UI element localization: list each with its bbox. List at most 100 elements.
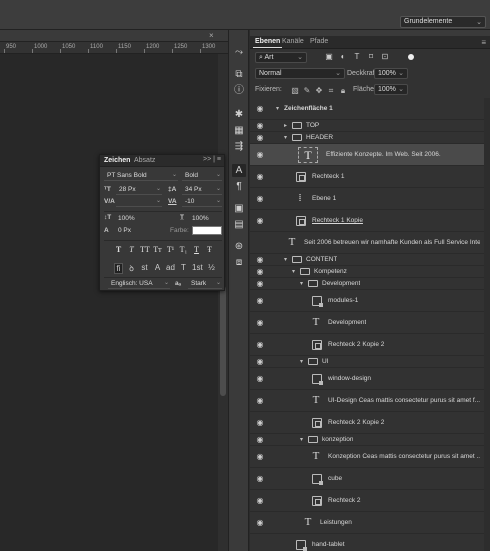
blend-mode-select[interactable]: Normal ⌄ <box>255 68 345 79</box>
language-select[interactable]: Englisch: USA ⌄ <box>108 280 170 289</box>
titling-button[interactable]: T <box>179 263 188 272</box>
layer-name[interactable]: Development <box>328 319 366 326</box>
layer-row[interactable]: ◉ T Konzeption Ceas mattis consectetur pur… <box>250 446 484 468</box>
color-swatch[interactable] <box>192 226 222 235</box>
baseline-shift-value[interactable]: 0 Px <box>118 227 131 234</box>
chevron-down-icon[interactable]: ▾ <box>284 134 290 141</box>
eye-icon[interactable]: ◉ <box>255 172 265 181</box>
layer-name[interactable]: Kompetenz <box>314 268 347 275</box>
info-icon[interactable]: ⓘ <box>232 84 246 97</box>
layer-row[interactable]: ◉ cube <box>250 468 484 490</box>
tab-pfade[interactable]: Pfade <box>310 38 328 45</box>
layer-row[interactable]: ◉ T Effiziente Konzepte. Im Web. Seit 2006… <box>250 144 484 166</box>
layer-row[interactable]: ◉ ▾ Kompetenz <box>250 266 484 278</box>
eye-icon[interactable]: ◉ <box>255 340 265 349</box>
horizontal-scale-value[interactable]: 100% <box>192 215 209 222</box>
layer-name[interactable]: UI <box>322 358 329 365</box>
layer-row[interactable]: ◉ window-design <box>250 368 484 390</box>
ligatures-button[interactable]: fi <box>114 263 123 274</box>
subscript-button[interactable]: T₁ <box>179 245 188 254</box>
layer-row[interactable]: ◉ T Development <box>250 312 484 334</box>
tracking-input[interactable]: -10 ⌄ <box>182 198 222 207</box>
shape-filter-icon[interactable]: ⌑ <box>366 52 376 62</box>
swatches-icon[interactable]: ▦ <box>232 124 246 137</box>
chevron-right-icon[interactable]: ▸ <box>284 122 290 129</box>
discretionary-ligatures-button[interactable]: ꝺ <box>127 263 136 274</box>
swash-button[interactable]: A <box>153 263 162 272</box>
layer-name[interactable]: cube <box>328 475 342 482</box>
layer-row[interactable]: ◉ T UI-Design Ceas mattis consectetur puru… <box>250 390 484 412</box>
layer-name[interactable]: modules-1 <box>328 297 358 304</box>
layer-row[interactable]: ◉ Rechteck 2 Kopie 2 <box>250 412 484 434</box>
lock-transparency-icon[interactable]: ▧ <box>290 86 300 96</box>
layer-name[interactable]: Zeichenfläche 1 <box>284 105 333 112</box>
properties-icon[interactable]: ⇶ <box>232 140 246 153</box>
eye-icon[interactable]: ◉ <box>255 496 265 505</box>
text-filter-icon[interactable]: T <box>352 52 362 62</box>
eye-icon[interactable]: ◉ <box>255 518 265 527</box>
close-icon[interactable]: × <box>209 31 214 40</box>
layer-row[interactable]: ◉ Rechteck 2 <box>250 490 484 512</box>
layer-name[interactable]: Rechteck 2 <box>328 497 361 504</box>
workspace-select[interactable]: Grundelemente ⌄ <box>400 16 486 28</box>
layer-name[interactable]: window-design <box>328 375 371 382</box>
eye-icon[interactable]: ◉ <box>255 374 265 383</box>
faux-bold-button[interactable]: T <box>114 245 123 254</box>
history-icon[interactable]: ⤳ <box>232 46 246 59</box>
leading-input[interactable]: 34 Px ⌄ <box>182 186 222 195</box>
eye-icon[interactable]: ◉ <box>255 216 265 225</box>
layer-name[interactable]: Konzeption Ceas mattis consectetur purus… <box>328 453 480 460</box>
tab-ebenen[interactable]: Ebenen <box>252 38 283 48</box>
tab-absatz[interactable]: Absatz <box>134 157 155 164</box>
strikethrough-button[interactable]: Ŧ <box>205 245 214 254</box>
kerning-input[interactable]: ⌄ <box>116 198 162 207</box>
font-size-input[interactable]: 28 Px ⌄ <box>116 186 162 195</box>
layer-row[interactable]: ◉ ⁞ Ebene 1 <box>250 188 484 210</box>
eye-icon[interactable]: ◉ <box>255 296 265 305</box>
vertical-scale-value[interactable]: 100% <box>118 215 135 222</box>
layer-name[interactable]: Rechteck 2 Kopie 2 <box>328 341 384 348</box>
layer-row[interactable]: ◉ ▾ HEADER <box>250 132 484 144</box>
smart-object-filter-icon[interactable]: ⊡ <box>380 52 390 62</box>
layer-row[interactable]: hand-tablet <box>250 534 484 551</box>
eye-icon[interactable]: ◉ <box>255 435 265 444</box>
layer-row[interactable]: ◉ ▾ Development <box>250 278 484 290</box>
tab-zeichen[interactable]: Zeichen <box>104 157 130 164</box>
chevron-down-icon[interactable]: ▾ <box>292 268 298 275</box>
paragraph-icon[interactable]: ¶ <box>232 180 246 193</box>
layer-name[interactable]: CONTENT <box>306 256 337 263</box>
opacity-input[interactable]: 100% ⌄ <box>374 68 408 79</box>
anti-alias-select[interactable]: Stark ⌄ <box>188 280 222 289</box>
layer-name[interactable]: Rechteck 1 Kopie <box>312 217 363 224</box>
eye-icon[interactable]: ◉ <box>255 121 265 130</box>
font-family-select[interactable]: PT Sans Bold ⌄ <box>104 172 178 181</box>
font-style-select[interactable]: Bold ⌄ <box>182 172 222 181</box>
layer-row[interactable]: ◉ ▾ UI <box>250 356 484 368</box>
layer-name[interactable]: HEADER <box>306 134 333 141</box>
eye-icon[interactable]: ◉ <box>255 452 265 461</box>
eye-icon[interactable]: ◉ <box>255 357 265 366</box>
adjustments-icon[interactable]: ✱ <box>232 108 246 121</box>
collapse-icon[interactable]: >> <box>203 156 211 163</box>
layer-row[interactable]: ◉ ▾ Zeichenfläche 1 <box>250 98 484 120</box>
eye-icon[interactable]: ◉ <box>255 318 265 327</box>
panel-menu-icon[interactable]: >> | ≡ <box>203 156 221 163</box>
layer-row[interactable]: ◉ ▾ konzeption <box>250 434 484 446</box>
character-icon[interactable]: A <box>232 164 246 177</box>
layer-name[interactable]: TOP <box>306 122 319 129</box>
menu-icon[interactable]: ≡ <box>217 156 221 163</box>
panel-menu-icon[interactable]: ≡ <box>481 38 486 47</box>
small-caps-button[interactable]: Tт <box>153 245 162 254</box>
clone-icon[interactable]: ⧈ <box>232 256 246 269</box>
adjustment-filter-icon[interactable]: ◐ <box>338 52 348 62</box>
layer-row[interactable]: T Seit 2006 betreuen wir namhafte Kunden … <box>250 232 484 254</box>
eye-icon[interactable]: ◉ <box>255 133 265 142</box>
superscript-button[interactable]: T¹ <box>166 245 175 254</box>
lock-artboard-icon[interactable]: ⌗ <box>326 86 336 96</box>
underline-button[interactable]: T <box>192 245 201 254</box>
layer-name[interactable]: Rechteck 1 <box>312 173 345 180</box>
chevron-down-icon[interactable]: ▾ <box>300 280 306 287</box>
image-icon[interactable]: ▣ <box>232 202 246 215</box>
eye-icon[interactable]: ◉ <box>255 255 265 264</box>
notes-icon[interactable]: ▤ <box>232 218 246 231</box>
